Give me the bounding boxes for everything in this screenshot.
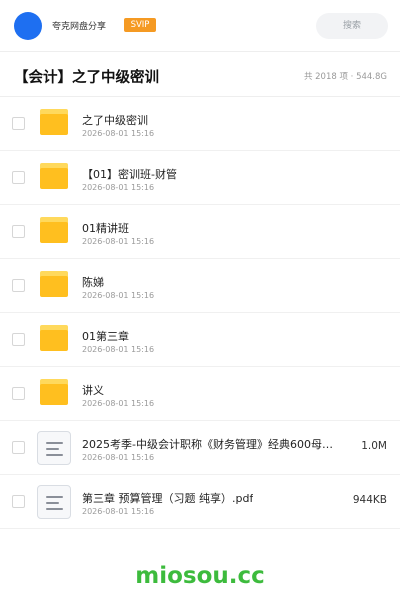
item-checkbox[interactable] — [12, 495, 25, 508]
item-checkbox[interactable] — [12, 117, 25, 130]
item-checkbox[interactable] — [12, 333, 25, 346]
item-checkbox[interactable] — [12, 171, 25, 184]
item-date: 2026-08-01 15:16 — [82, 291, 155, 300]
share-name: 夸克网盘分享 — [52, 22, 107, 32]
folder-icon — [40, 271, 68, 297]
page-title: 【会计】之了中级密训 — [14, 70, 159, 86]
item-date: 2026-08-01 15:16 — [82, 345, 155, 354]
folder-icon — [40, 217, 68, 243]
item-checkbox[interactable] — [12, 225, 25, 238]
watermark: miosou.cc — [135, 563, 265, 589]
list-item[interactable]: 第三章 预算管理（习题 纯享）.pdf 2026-08-01 15:16 944… — [0, 475, 400, 529]
folder-icon — [40, 163, 68, 189]
item-date: 2026-08-01 15:16 — [82, 237, 155, 246]
item-name: 01第三章 — [82, 330, 129, 343]
item-size: 1.0M — [361, 440, 387, 452]
list-item[interactable]: 讲义 2026-08-01 15:16 — [0, 367, 400, 421]
list-item[interactable]: 陈娣 2026-08-01 15:16 — [0, 259, 400, 313]
item-date: 2026-08-01 15:16 — [82, 129, 155, 138]
item-name: 之了中级密训 — [82, 114, 148, 127]
folder-icon — [40, 379, 68, 405]
top-bar: 夸克网盘分享 SVIP 搜索 — [0, 0, 400, 52]
item-date: 2026-08-01 15:16 — [82, 183, 155, 192]
item-date: 2026-08-01 15:16 — [82, 399, 155, 408]
folder-header: 【会计】之了中级密训 共 2018 项 · 544.8G — [0, 53, 400, 97]
item-size: 944KB — [352, 494, 387, 506]
file-list: 之了中级密训 2026-08-01 15:16 【01】密训班-财管 2026-… — [0, 97, 400, 529]
item-name: 陈娣 — [82, 276, 104, 289]
list-item[interactable]: 【01】密训班-财管 2026-08-01 15:16 — [0, 151, 400, 205]
item-name: 01精讲班 — [82, 222, 129, 235]
folder-meta: 共 2018 项 · 544.8G — [303, 72, 387, 82]
folder-icon — [40, 325, 68, 351]
folder-icon — [40, 109, 68, 135]
svip-badge: SVIP — [124, 18, 156, 32]
item-name: 【01】密训班-财管 — [82, 168, 177, 181]
item-date: 2026-08-01 15:16 — [82, 507, 155, 516]
list-item[interactable]: 01第三章 2026-08-01 15:16 — [0, 313, 400, 367]
item-date: 2026-08-01 15:16 — [82, 453, 155, 462]
document-icon — [37, 485, 71, 519]
item-name: 讲义 — [82, 384, 104, 397]
item-checkbox[interactable] — [12, 279, 25, 292]
list-item[interactable]: 01精讲班 2026-08-01 15:16 — [0, 205, 400, 259]
avatar[interactable] — [14, 12, 42, 40]
item-checkbox[interactable] — [12, 387, 25, 400]
item-name: 2025考季-中级会计职称《财务管理》经典600母… — [82, 438, 332, 451]
item-name: 第三章 预算管理（习题 纯享）.pdf — [82, 492, 254, 505]
document-icon — [37, 431, 71, 465]
search-input[interactable]: 搜索 — [316, 13, 388, 39]
item-checkbox[interactable] — [12, 441, 25, 454]
list-item[interactable]: 之了中级密训 2026-08-01 15:16 — [0, 97, 400, 151]
list-item[interactable]: 2025考季-中级会计职称《财务管理》经典600母… 2026-08-01 15… — [0, 421, 400, 475]
